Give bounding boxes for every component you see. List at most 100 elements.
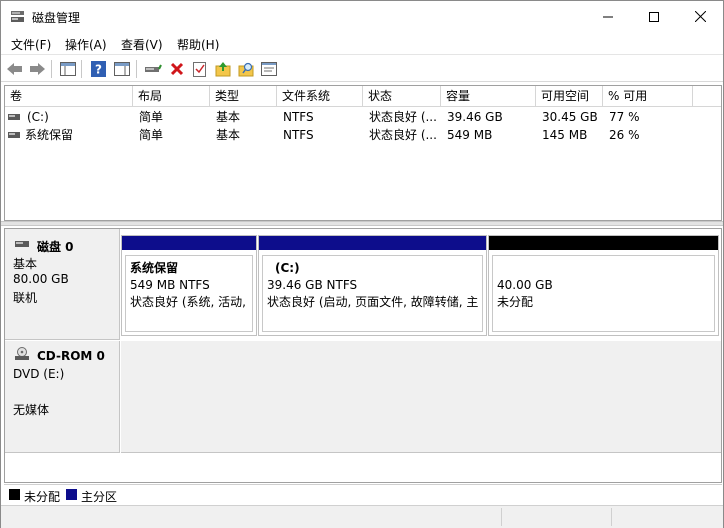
- cdrom-name: CD-ROM 0: [37, 349, 105, 363]
- svg-text:?: ?: [95, 63, 102, 77]
- toolbar: ?: [1, 56, 723, 82]
- column-header-filler: [693, 86, 721, 107]
- volume-icon: [8, 114, 20, 120]
- status-bar-section: [501, 508, 611, 526]
- partition-bar-unallocated: [489, 236, 718, 250]
- cell-layout: 简单: [139, 128, 164, 142]
- close-icon: [694, 11, 706, 22]
- back-button[interactable]: [5, 59, 25, 79]
- console-tree-icon: [60, 62, 76, 76]
- cell-volume: (C:): [27, 110, 49, 124]
- search-folder-button[interactable]: [236, 59, 256, 79]
- forward-arrow-icon: [30, 63, 45, 75]
- legend: 未分配 主分区: [4, 484, 722, 504]
- show-hide-action-pane-button[interactable]: [112, 59, 132, 79]
- title-bar: 磁盘管理: [1, 1, 723, 32]
- partition-c-drive[interactable]: (C:) 39.46 GB NTFS 状态良好 (启动, 页面文件, 故障转储,…: [258, 235, 487, 336]
- column-header-layout[interactable]: 布局: [133, 86, 210, 107]
- partition-bar-primary: [259, 236, 486, 250]
- maximize-button[interactable]: [631, 1, 677, 32]
- cdrom-empty-area: [121, 341, 721, 453]
- column-header-percent-free[interactable]: % 可用: [603, 86, 693, 107]
- partition-status: 状态良好 (启动, 页面文件, 故障转储, 主分区): [267, 295, 478, 309]
- column-header-filesystem[interactable]: 文件系统: [277, 86, 363, 107]
- cell-layout: 简单: [139, 110, 164, 124]
- cell-free-space: 145 MB: [542, 128, 588, 142]
- minimize-icon: [603, 16, 613, 17]
- forward-button[interactable]: [27, 59, 47, 79]
- help-button[interactable]: ?: [88, 59, 108, 79]
- cdrom-0-label[interactable]: CD-ROM 0 DVD (E:) 无媒体: [5, 341, 120, 453]
- status-bar-section: [611, 508, 721, 526]
- toolbar-separator: [81, 60, 82, 78]
- partition-details: 系统保留 549 MB NTFS 状态良好 (系统, 活动, 主分区): [125, 255, 253, 332]
- disk-size: 80.00 GB: [13, 272, 69, 286]
- partition-name: 系统保留: [130, 261, 179, 275]
- show-hide-console-tree-button[interactable]: [58, 59, 78, 79]
- disk-name: 磁盘 0: [37, 240, 74, 254]
- disk-management-window: 磁盘管理 文件(F) 操作(A) 查看(V) 帮助(H) ? 卷 布局 类型 文…: [0, 0, 724, 528]
- cell-percent-free: 26 %: [609, 128, 640, 142]
- partition-unallocated[interactable]: 40.00 GB 未分配: [488, 235, 719, 336]
- disk-graphical-view: 磁盘 0 基本 80.00 GB 联机 系统保留 549 MB NTFS 状态良…: [4, 228, 722, 483]
- cell-type: 基本: [216, 110, 241, 124]
- menu-view[interactable]: 查看(V): [121, 36, 163, 53]
- checkmark-icon: [193, 62, 206, 77]
- partition-status: 未分配: [497, 295, 534, 309]
- disk-0-row: 磁盘 0 基本 80.00 GB 联机 系统保留 549 MB NTFS 状态良…: [5, 229, 721, 340]
- column-header-type[interactable]: 类型: [210, 86, 277, 107]
- partition-details: (C:) 39.46 GB NTFS 状态良好 (启动, 页面文件, 故障转储,…: [262, 255, 483, 332]
- hard-disk-icon: [15, 241, 29, 247]
- cell-free-space: 30.45 GB: [542, 110, 598, 124]
- menu-file[interactable]: 文件(F): [11, 36, 51, 53]
- cell-volume: 系统保留: [25, 128, 74, 142]
- toolbar-separator: [136, 60, 137, 78]
- partition-system-reserved[interactable]: 系统保留 549 MB NTFS 状态良好 (系统, 活动, 主分区): [121, 235, 257, 336]
- back-arrow-icon: [7, 63, 22, 75]
- column-header-free-space[interactable]: 可用空间: [536, 86, 603, 107]
- properties-button[interactable]: [259, 59, 279, 79]
- disk-0-label[interactable]: 磁盘 0 基本 80.00 GB 联机: [5, 229, 120, 340]
- partition-status: 状态良好 (系统, 活动, 主分区): [130, 295, 248, 309]
- volume-list: 卷 布局 类型 文件系统 状态 容量 可用空间 % 可用 (C:) 简单 基本 …: [4, 85, 722, 221]
- table-row[interactable]: (C:) 简单 基本 NTFS 状态良好 (... 39.46 GB 30.45…: [5, 108, 721, 126]
- volume-icon: [8, 132, 20, 138]
- status-bar: [1, 505, 723, 528]
- partition-name: (C:): [275, 261, 300, 275]
- cdrom-media-status: 无媒体: [13, 403, 50, 417]
- connect-drive-icon: [145, 64, 162, 72]
- open-folder-up-icon: [215, 62, 231, 77]
- properties-check-button[interactable]: [190, 59, 210, 79]
- partition-size: 549 MB NTFS: [130, 278, 210, 292]
- partition-bar-primary: [122, 236, 256, 250]
- close-button[interactable]: [677, 1, 723, 32]
- legend-label-primary: 主分区: [81, 490, 118, 504]
- cdrom-drive-letter: DVD (E:): [13, 367, 65, 381]
- legend-label-unallocated: 未分配: [24, 490, 61, 504]
- delete-button[interactable]: [167, 59, 187, 79]
- menu-action[interactable]: 操作(A): [65, 36, 107, 53]
- legend-swatch-unallocated: [9, 489, 20, 500]
- table-row[interactable]: 系统保留 简单 基本 NTFS 状态良好 (... 549 MB 145 MB …: [5, 126, 721, 144]
- cell-type: 基本: [216, 128, 241, 142]
- menu-help[interactable]: 帮助(H): [177, 36, 219, 53]
- legend-swatch-primary: [66, 489, 77, 500]
- disk-management-app-icon: [11, 11, 24, 22]
- disk-type: 基本: [13, 257, 38, 271]
- connect-drive-button[interactable]: [143, 59, 163, 79]
- up-folder-button[interactable]: [213, 59, 233, 79]
- column-header-capacity[interactable]: 容量: [441, 86, 536, 107]
- cdrom-0-row: CD-ROM 0 DVD (E:) 无媒体: [5, 341, 721, 453]
- cd-drive-icon: [15, 347, 29, 360]
- cell-percent-free: 77 %: [609, 110, 640, 124]
- disk-state: 联机: [13, 291, 38, 305]
- minimize-button[interactable]: [585, 1, 631, 32]
- menu-bar: 文件(F) 操作(A) 查看(V) 帮助(H): [1, 33, 723, 55]
- column-header-volume[interactable]: 卷: [5, 86, 133, 107]
- pane-splitter[interactable]: [1, 221, 723, 226]
- window-title: 磁盘管理: [32, 11, 81, 25]
- maximize-icon: [649, 11, 659, 22]
- delete-icon: [170, 62, 184, 76]
- column-header-status[interactable]: 状态: [363, 86, 441, 107]
- partition-details: 40.00 GB 未分配: [492, 255, 715, 332]
